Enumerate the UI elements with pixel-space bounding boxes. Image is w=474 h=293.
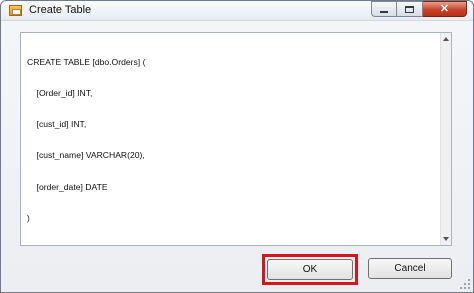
code-line: [cust_name] VARCHAR(20), [27, 150, 145, 161]
resize-grip-icon[interactable] [460, 279, 470, 289]
close-button[interactable]: ✕ [423, 1, 467, 17]
app-table-icon [9, 5, 22, 16]
maximize-button[interactable] [397, 1, 423, 17]
code-line: CREATE TABLE [dbo.Orders] ( [27, 56, 146, 67]
vertical-scrollbar[interactable] [440, 33, 451, 245]
close-icon: ✕ [439, 2, 450, 15]
title-bar[interactable]: Create Table ✕ [1, 1, 473, 21]
sql-code: CREATE TABLE [dbo.Orders] ( [Order_id] I… [27, 36, 145, 244]
minimize-button[interactable] [371, 1, 397, 17]
code-line: [order_date] DATE [27, 181, 108, 192]
code-line: [Order_id] INT, [27, 88, 93, 99]
sql-editor[interactable]: CREATE TABLE [dbo.Orders] ( [Order_id] I… [20, 32, 452, 246]
scroll-up-icon[interactable] [443, 37, 449, 41]
minimize-icon [380, 11, 388, 13]
maximize-icon [405, 5, 414, 13]
window-title: Create Table [29, 4, 92, 16]
scroll-down-icon[interactable] [443, 237, 449, 241]
ok-button[interactable]: OK [267, 259, 353, 280]
create-table-dialog: Create Table ✕ CREATE TABLE [dbo.Orders]… [0, 0, 474, 293]
cancel-button[interactable]: Cancel [368, 258, 452, 279]
caption-buttons: ✕ [371, 1, 467, 17]
code-line: ) [27, 212, 30, 223]
code-line: [cust_id] INT, [27, 119, 87, 130]
